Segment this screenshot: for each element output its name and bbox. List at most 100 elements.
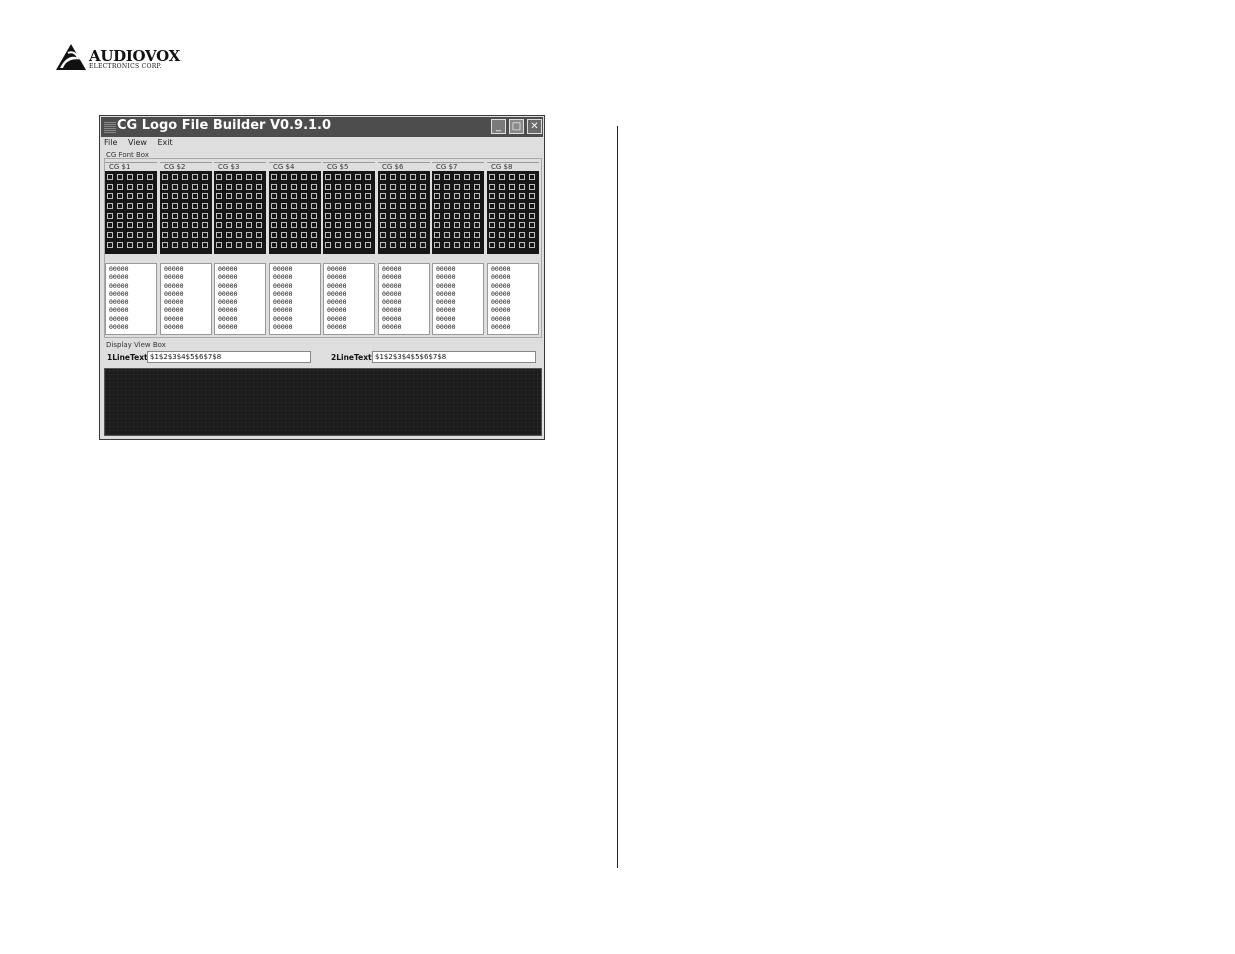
cg-pixel-cell[interactable]: [162, 241, 168, 248]
cg-pixel-cell[interactable]: [380, 183, 386, 190]
cg-pixel-cell[interactable]: [380, 222, 386, 229]
cg-pixel-cell[interactable]: [400, 193, 406, 200]
close-button[interactable]: ✕: [527, 119, 542, 134]
cg-pixel-cell[interactable]: [355, 222, 361, 229]
cg-pixel-cell[interactable]: [499, 232, 505, 239]
cg-pixel-cell[interactable]: [162, 232, 168, 239]
cg-pixel-cell[interactable]: [256, 232, 262, 239]
cg-pixel-cell[interactable]: [345, 183, 351, 190]
cg-pixel-cell[interactable]: [489, 193, 495, 200]
cg-pixel-cell[interactable]: [226, 241, 232, 248]
cg-pixel-cell[interactable]: [236, 212, 242, 219]
cg-pixel-cell[interactable]: [182, 183, 188, 190]
cg-pixel-cell[interactable]: [499, 183, 505, 190]
cg-pixel-cell[interactable]: [434, 232, 440, 239]
cg-pixel-cell[interactable]: [301, 222, 307, 229]
cg-pixel-cell[interactable]: [216, 193, 222, 200]
cg-pixel-cell[interactable]: [301, 183, 307, 190]
cg-pixel-cell[interactable]: [271, 203, 277, 210]
cg-pixel-cell[interactable]: [202, 241, 208, 248]
cg-pixel-cell[interactable]: [162, 193, 168, 200]
cg-pixel-cell[interactable]: [499, 222, 505, 229]
cg-pixel-cell[interactable]: [147, 193, 153, 200]
cg-pixel-cell[interactable]: [529, 212, 535, 219]
cg-pixel-cell[interactable]: [311, 232, 317, 239]
cg-pixel-cell[interactable]: [246, 212, 252, 219]
cg-pixel-cell[interactable]: [271, 232, 277, 239]
cg-pixel-cell[interactable]: [390, 222, 396, 229]
cg-pixel-cell[interactable]: [236, 193, 242, 200]
cg-hex-textbox[interactable]: 00000 00000 00000 00000 00000 00000 0000…: [214, 263, 266, 335]
cg-pixel-cell[interactable]: [464, 222, 470, 229]
cg-pixel-cell[interactable]: [454, 212, 460, 219]
cg-pixel-cell[interactable]: [226, 222, 232, 229]
cg-pixel-cell[interactable]: [162, 222, 168, 229]
cg-pixel-cell[interactable]: [420, 193, 426, 200]
cg-pixel-cell[interactable]: [202, 203, 208, 210]
cg-pixel-cell[interactable]: [226, 183, 232, 190]
cg-pixel-cell[interactable]: [281, 174, 287, 180]
cg-pixel-cell[interactable]: [420, 241, 426, 248]
cg-pixel-cell[interactable]: [271, 241, 277, 248]
cg-pixel-cell[interactable]: [390, 232, 396, 239]
cg-pixel-cell[interactable]: [301, 203, 307, 210]
cg-pixel-cell[interactable]: [216, 203, 222, 210]
cg-pixel-cell[interactable]: [182, 193, 188, 200]
cg-pixel-cell[interactable]: [420, 212, 426, 219]
menu-view[interactable]: View: [128, 138, 147, 147]
cg-pixel-cell[interactable]: [464, 193, 470, 200]
cg-pixel-cell[interactable]: [162, 174, 168, 180]
cg-pixel-cell[interactable]: [311, 174, 317, 180]
cg-pixel-cell[interactable]: [420, 222, 426, 229]
cg-pixel-cell[interactable]: [202, 183, 208, 190]
cg-pixel-cell[interactable]: [489, 241, 495, 248]
cg-pixel-cell[interactable]: [335, 241, 341, 248]
cg-pixel-cell[interactable]: [137, 232, 143, 239]
cg-pixel-cell[interactable]: [444, 183, 450, 190]
cg-pixel-cell[interactable]: [117, 222, 123, 229]
cg-pixel-cell[interactable]: [335, 193, 341, 200]
cg-pixel-cell[interactable]: [444, 193, 450, 200]
cg-pixel-cell[interactable]: [489, 174, 495, 180]
cg-pixel-cell[interactable]: [519, 203, 525, 210]
cg-pixel-cell[interactable]: [365, 241, 371, 248]
cg-hex-textbox[interactable]: 00000 00000 00000 00000 00000 00000 0000…: [487, 263, 539, 335]
cg-pixel-cell[interactable]: [420, 183, 426, 190]
cg-pixel-cell[interactable]: [434, 174, 440, 180]
line1-text-input[interactable]: $1$2$3$4$5$6$7$8: [147, 351, 311, 363]
cg-pixel-cell[interactable]: [147, 241, 153, 248]
cg-pixel-cell[interactable]: [380, 212, 386, 219]
cg-pixel-cell[interactable]: [107, 203, 113, 210]
cg-pixel-cell[interactable]: [444, 203, 450, 210]
cg-pixel-cell[interactable]: [236, 241, 242, 248]
cg-pixel-cell[interactable]: [474, 174, 480, 180]
cg-pixel-cell[interactable]: [117, 183, 123, 190]
cg-pixel-cell[interactable]: [271, 212, 277, 219]
cg-pixel-cell[interactable]: [519, 222, 525, 229]
cg-pixel-cell[interactable]: [400, 203, 406, 210]
cg-pixel-cell[interactable]: [345, 174, 351, 180]
cg-pixel-cell[interactable]: [529, 174, 535, 180]
cg-pixel-cell[interactable]: [246, 241, 252, 248]
cg-pixel-cell[interactable]: [335, 212, 341, 219]
cg-pixel-cell[interactable]: [271, 222, 277, 229]
cg-pixel-cell[interactable]: [117, 203, 123, 210]
cg-pixel-cell[interactable]: [127, 183, 133, 190]
cg-pixel-cell[interactable]: [127, 203, 133, 210]
cg-pixel-cell[interactable]: [291, 232, 297, 239]
cg-pixel-cell[interactable]: [311, 241, 317, 248]
cg-hex-textbox[interactable]: 00000 00000 00000 00000 00000 00000 0000…: [269, 263, 321, 335]
cg-pixel-cell[interactable]: [246, 193, 252, 200]
cg-pixel-cell[interactable]: [454, 183, 460, 190]
cg-pixel-cell[interactable]: [216, 183, 222, 190]
cg-pixel-cell[interactable]: [489, 232, 495, 239]
cg-pixel-cell[interactable]: [335, 203, 341, 210]
cg-pixel-cell[interactable]: [444, 212, 450, 219]
cg-pixel-cell[interactable]: [107, 193, 113, 200]
cg-pixel-cell[interactable]: [365, 183, 371, 190]
cg-pixel-cell[interactable]: [519, 212, 525, 219]
cg-pixel-cell[interactable]: [117, 193, 123, 200]
cg-pixel-cell[interactable]: [390, 212, 396, 219]
cg-pixel-cell[interactable]: [454, 222, 460, 229]
cg-pixel-cell[interactable]: [355, 212, 361, 219]
